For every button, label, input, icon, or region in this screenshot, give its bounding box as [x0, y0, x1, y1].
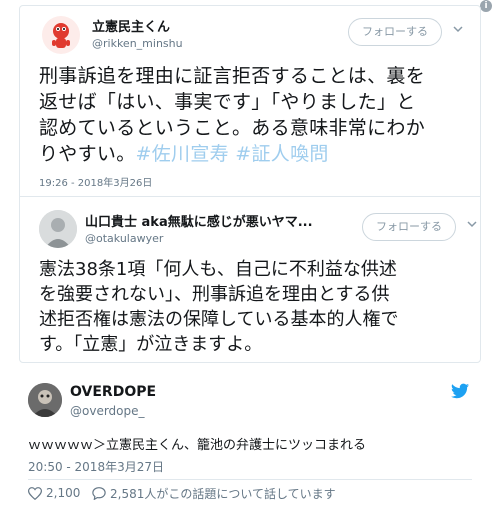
- tweet1-line: 刑事訴追を理由に証言拒否することは、裏を: [39, 65, 426, 87]
- speech-bubble-icon: [92, 486, 106, 500]
- tweet2-line: を強要されない」、刑事訴追を理由とする供: [39, 284, 390, 305]
- info-icon[interactable]: i: [480, 0, 492, 12]
- tweet2-handle[interactable]: @otakulawyer: [85, 232, 163, 245]
- divider: [28, 479, 472, 480]
- tweet2-display-name[interactable]: 山口貴士 aka無駄に感じが悪いヤマ...: [85, 211, 313, 230]
- tweet1-text-tail: りやすい。: [39, 143, 136, 165]
- hashtag-link[interactable]: #佐川宣寿: [136, 143, 229, 165]
- quoted-tweets-card: 立憲民主くん @rikken_minshu フォローする 刑事訴追を理由に証言拒…: [19, 5, 481, 363]
- tweet1-follow-button[interactable]: フォローする: [348, 18, 442, 46]
- twitter-bird-icon[interactable]: [451, 383, 469, 399]
- tweet2-text: 憲法38条1項「何人も、自己に不利益な供述 を強要されない」、刑事訴追を理由とす…: [39, 257, 475, 357]
- main-display-name[interactable]: OVERDOPE: [70, 384, 156, 400]
- tweet1-display-name[interactable]: 立憲民主くん: [92, 16, 170, 35]
- tweet1-chevron-down-icon[interactable]: [452, 23, 464, 38]
- tweet2-chevron-down-icon[interactable]: [466, 218, 478, 233]
- tweet2-follow-button[interactable]: フォローする: [362, 213, 456, 241]
- conversation-count: 2,581人がこの話題について話しています: [110, 486, 336, 501]
- tweet2-line: 述拒否権は憲法の保障している基本的人権で: [39, 309, 399, 330]
- tweet1-line-last: りやすい。#佐川宣寿 #証人喚問: [39, 141, 469, 167]
- tweet1-line: 返せば「はい、事実です」「やりました」と: [39, 91, 416, 113]
- photo-avatar[interactable]: [28, 383, 62, 417]
- portrait-avatar[interactable]: [39, 210, 77, 248]
- main-tweet-text: ｗｗｗｗｗ＞立憲民主くん、籠池の弁護士にツッコまれる: [28, 438, 367, 453]
- heart-icon: [28, 486, 42, 500]
- conversation-link[interactable]: 2,581人がこの話題について話しています: [92, 485, 336, 501]
- main-timestamp[interactable]: 20:50 - 2018年3月27日: [28, 458, 164, 475]
- mascot-avatar[interactable]: [42, 16, 80, 54]
- tweet2-line: 憲法38条1項「何人も、自己に不利益な供述: [39, 259, 397, 280]
- tweet1-handle[interactable]: @rikken_minshu: [92, 37, 183, 50]
- hashtag-link[interactable]: #証人喚問: [235, 143, 328, 165]
- tweet1-line: 認めているということ。ある意味非常にわか: [39, 117, 426, 139]
- tweet2-line: す。「立憲」が泣きますよ。: [39, 334, 263, 355]
- main-handle[interactable]: @overdope_: [70, 404, 145, 418]
- tweet1-text: 刑事訴追を理由に証言拒否することは、裏を 返せば「はい、事実です」「やりました」…: [39, 63, 469, 167]
- tweet1-timestamp[interactable]: 19:26 - 2018年3月26日: [39, 174, 152, 189]
- like-button[interactable]: 2,100: [28, 485, 80, 501]
- divider: [20, 196, 480, 197]
- like-count: 2,100: [46, 486, 81, 500]
